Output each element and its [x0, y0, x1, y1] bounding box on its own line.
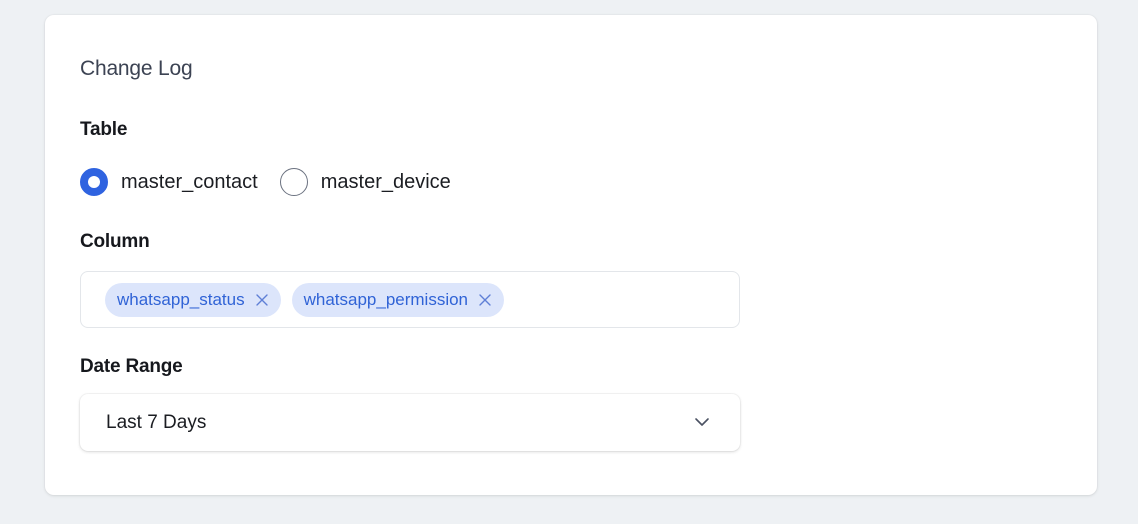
card-title: Change Log — [80, 57, 193, 80]
chip-label: whatsapp_permission — [303, 289, 469, 309]
radio-label-master-contact: master_contact — [121, 171, 258, 193]
chip-label: whatsapp_status — [117, 289, 245, 309]
table-radio-group: master_contact master_device — [80, 167, 451, 197]
chevron-down-icon[interactable] — [694, 415, 710, 429]
radio-unchecked-icon[interactable] — [279, 168, 308, 196]
date-range-label: Date Range — [80, 356, 183, 377]
chip-whatsapp-status[interactable]: whatsapp_status — [105, 282, 281, 317]
chip-whatsapp-permission[interactable]: whatsapp_permission — [291, 282, 505, 317]
change-log-card: Change Log Table master_contact master_d… — [45, 15, 1097, 495]
date-range-select[interactable]: Last 7 Days — [80, 394, 740, 451]
radio-checked-icon[interactable] — [80, 168, 108, 196]
column-label: Column — [80, 231, 150, 252]
close-icon[interactable] — [478, 293, 492, 307]
radio-label-master-device: master_device — [320, 171, 451, 193]
close-icon[interactable] — [255, 293, 269, 307]
radio-option-master-contact[interactable]: master_contact — [80, 168, 258, 196]
column-multiselect[interactable]: whatsapp_status whatsapp_permission — [80, 271, 740, 328]
table-label: Table — [80, 119, 128, 140]
radio-option-master-device[interactable]: master_device — [279, 168, 451, 196]
date-range-value: Last 7 Days — [106, 411, 207, 433]
